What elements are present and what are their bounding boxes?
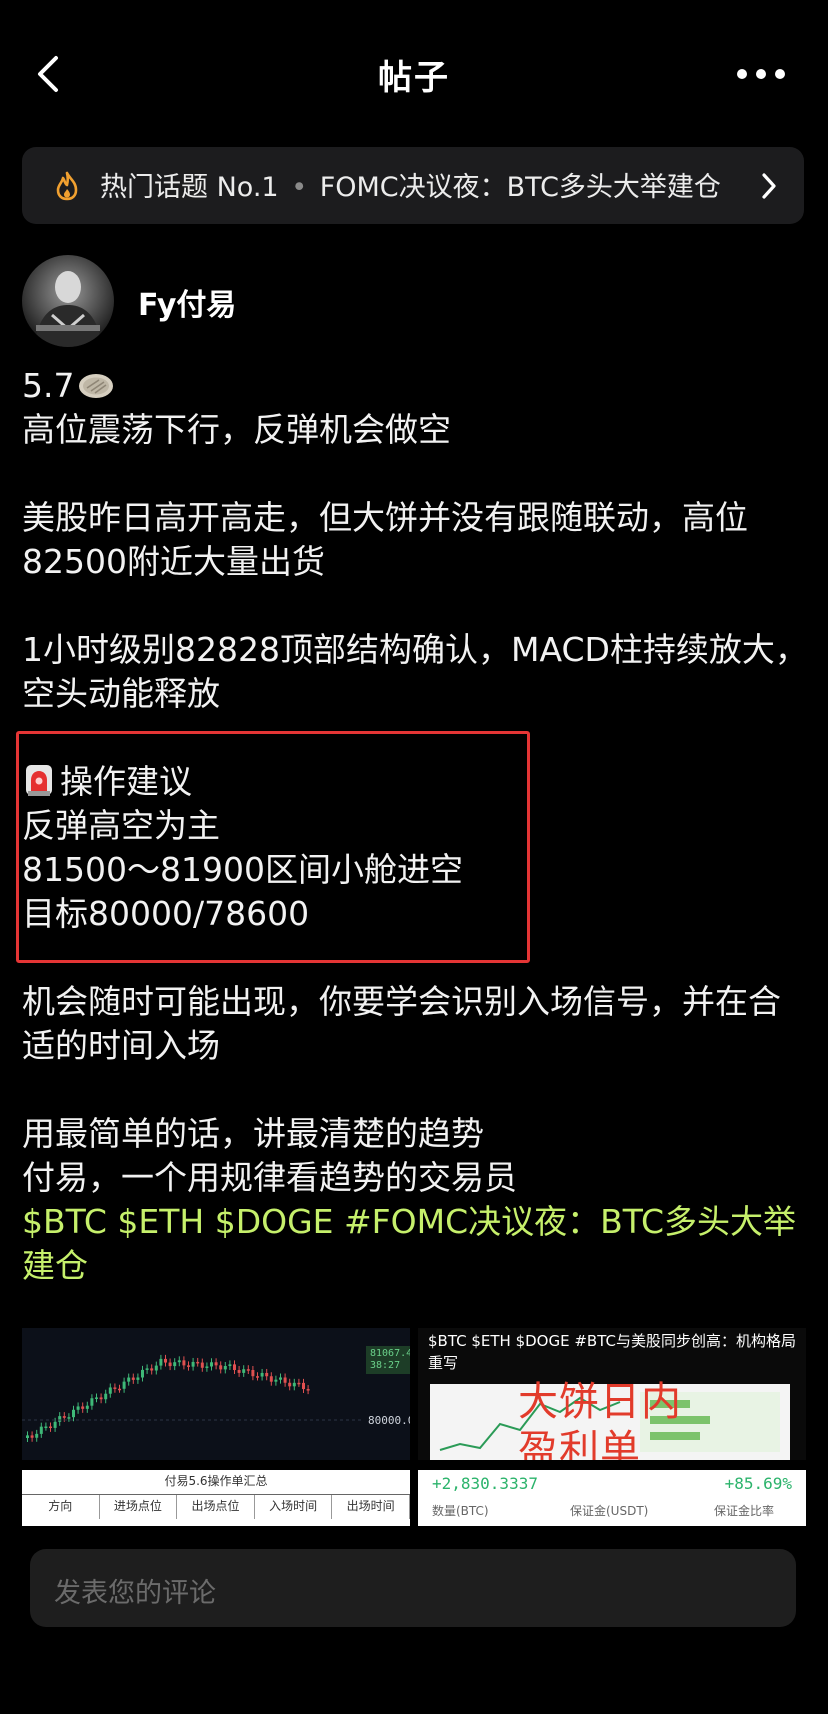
chart-thumbnail[interactable]: 81067.4 38:27 80000.0 bbox=[22, 1328, 410, 1460]
thumbnail-title: $BTC $ETH $DOGE #BTC与美股同步创高：机构格局重写 bbox=[428, 1332, 796, 1372]
post-paragraph-2: 美股昨日高开高走，但大饼并没有跟随联动，高位82500附近大量出货 bbox=[22, 498, 748, 581]
hot-topic-banner[interactable]: 热门话题 No.1 • FOMC决议夜：BTC多头大举建仓 bbox=[22, 147, 804, 224]
pnl-thumbnail[interactable]: +2,830.3337 +85.69% 数量(BTC) 保证金(USDT) 保证… bbox=[418, 1470, 806, 1526]
post-tags[interactable]: $BTC $ETH $DOGE #FOMC决议夜：BTC多头大举建仓 bbox=[22, 1200, 812, 1288]
pnl-label-ratio: 保证金比率 bbox=[714, 1504, 775, 1518]
comment-placeholder: 发表您的评论 bbox=[54, 1578, 216, 1609]
price-tag: 81067.4 38:27 bbox=[366, 1346, 410, 1374]
post-paragraph-5: 机会随时可能出现，你要学会识别入场信号，并在合适的时间入场 bbox=[22, 982, 781, 1065]
topic-text: 热门话题 No.1 • FOMC决议夜：BTC多头大举建仓 bbox=[100, 165, 721, 204]
flame-icon bbox=[56, 171, 78, 201]
profit-post-thumbnail[interactable]: $BTC $ETH $DOGE #BTC与美股同步创高：机构格局重写 大饼日内 … bbox=[418, 1328, 806, 1460]
more-icon[interactable] bbox=[734, 62, 788, 86]
post-paragraph-6-line-2: 付易，一个用规律看趋势的交易员 bbox=[22, 1158, 517, 1197]
pnl-amount: +2,830.3337 bbox=[432, 1474, 538, 1493]
post-paragraph-6-line-1: 用最简单的话，讲最清楚的趋势 bbox=[22, 1114, 484, 1153]
table-header: 方向 进场点位 出场点位 入场时间 出场时间 bbox=[22, 1494, 410, 1519]
advice-line-1: 反弹高空为主 bbox=[22, 806, 220, 845]
pnl-label-qty: 数量(BTC) bbox=[432, 1504, 489, 1518]
page-title: 帖子 bbox=[378, 58, 450, 98]
topic-title: FOMC决议夜：BTC多头大举建仓 bbox=[319, 172, 721, 203]
coin-icon bbox=[79, 374, 114, 398]
post-body: 5.7 高位震荡下行，反弹机会做空 美股昨日高开高走，但大饼并没有跟随联动，高位… bbox=[22, 364, 812, 1288]
comment-input[interactable]: 发表您的评论 bbox=[30, 1549, 796, 1627]
author-name[interactable]: Fy付易 bbox=[138, 280, 236, 324]
chevron-right-icon bbox=[762, 173, 776, 199]
siren-icon bbox=[26, 765, 52, 796]
advice-line-2: 81500～81900区间小舱进空 bbox=[22, 850, 463, 889]
post-date-line: 5.7 bbox=[22, 364, 812, 408]
topic-separator: • bbox=[291, 172, 308, 203]
pnl-percent: +85.69% bbox=[724, 1474, 792, 1493]
trade-summary-thumbnail[interactable]: 付易5.6操作单汇总 方向 进场点位 出场点位 入场时间 出场时间 bbox=[22, 1470, 410, 1526]
post-line-1: 高位震荡下行，反弹机会做空 bbox=[22, 410, 451, 449]
post-date: 5.7 bbox=[22, 366, 75, 405]
post-paragraph-3: 1小时级别82828顶部结构确认，MACD柱持续放大，空头动能释放 bbox=[22, 630, 808, 713]
candlestick-image bbox=[22, 1354, 362, 1442]
table-title: 付易5.6操作单汇总 bbox=[164, 1474, 268, 1488]
table-header-cell: 入场时间 bbox=[255, 1495, 333, 1519]
top-nav: 帖子 bbox=[0, 0, 828, 150]
table-header-cell: 进场点位 bbox=[100, 1495, 178, 1519]
avatar-image bbox=[22, 255, 114, 347]
topic-rank: 热门话题 No.1 bbox=[100, 172, 279, 203]
thumbnail-overlay-text: 大饼日内 盈利单 bbox=[518, 1379, 682, 1460]
advice-line-3: 目标80000/78600 bbox=[22, 894, 310, 933]
pnl-label-margin: 保证金(USDT) bbox=[570, 1504, 649, 1518]
table-header-cell: 出场时间 bbox=[332, 1495, 410, 1519]
advice-title: 操作建议 bbox=[60, 762, 192, 801]
advice-title-line: 操作建议 bbox=[22, 760, 812, 804]
price-level-label: 80000.0 bbox=[368, 1414, 410, 1427]
table-header-cell: 出场点位 bbox=[177, 1495, 255, 1519]
avatar[interactable] bbox=[22, 255, 114, 347]
table-header-cell: 方向 bbox=[22, 1495, 100, 1519]
